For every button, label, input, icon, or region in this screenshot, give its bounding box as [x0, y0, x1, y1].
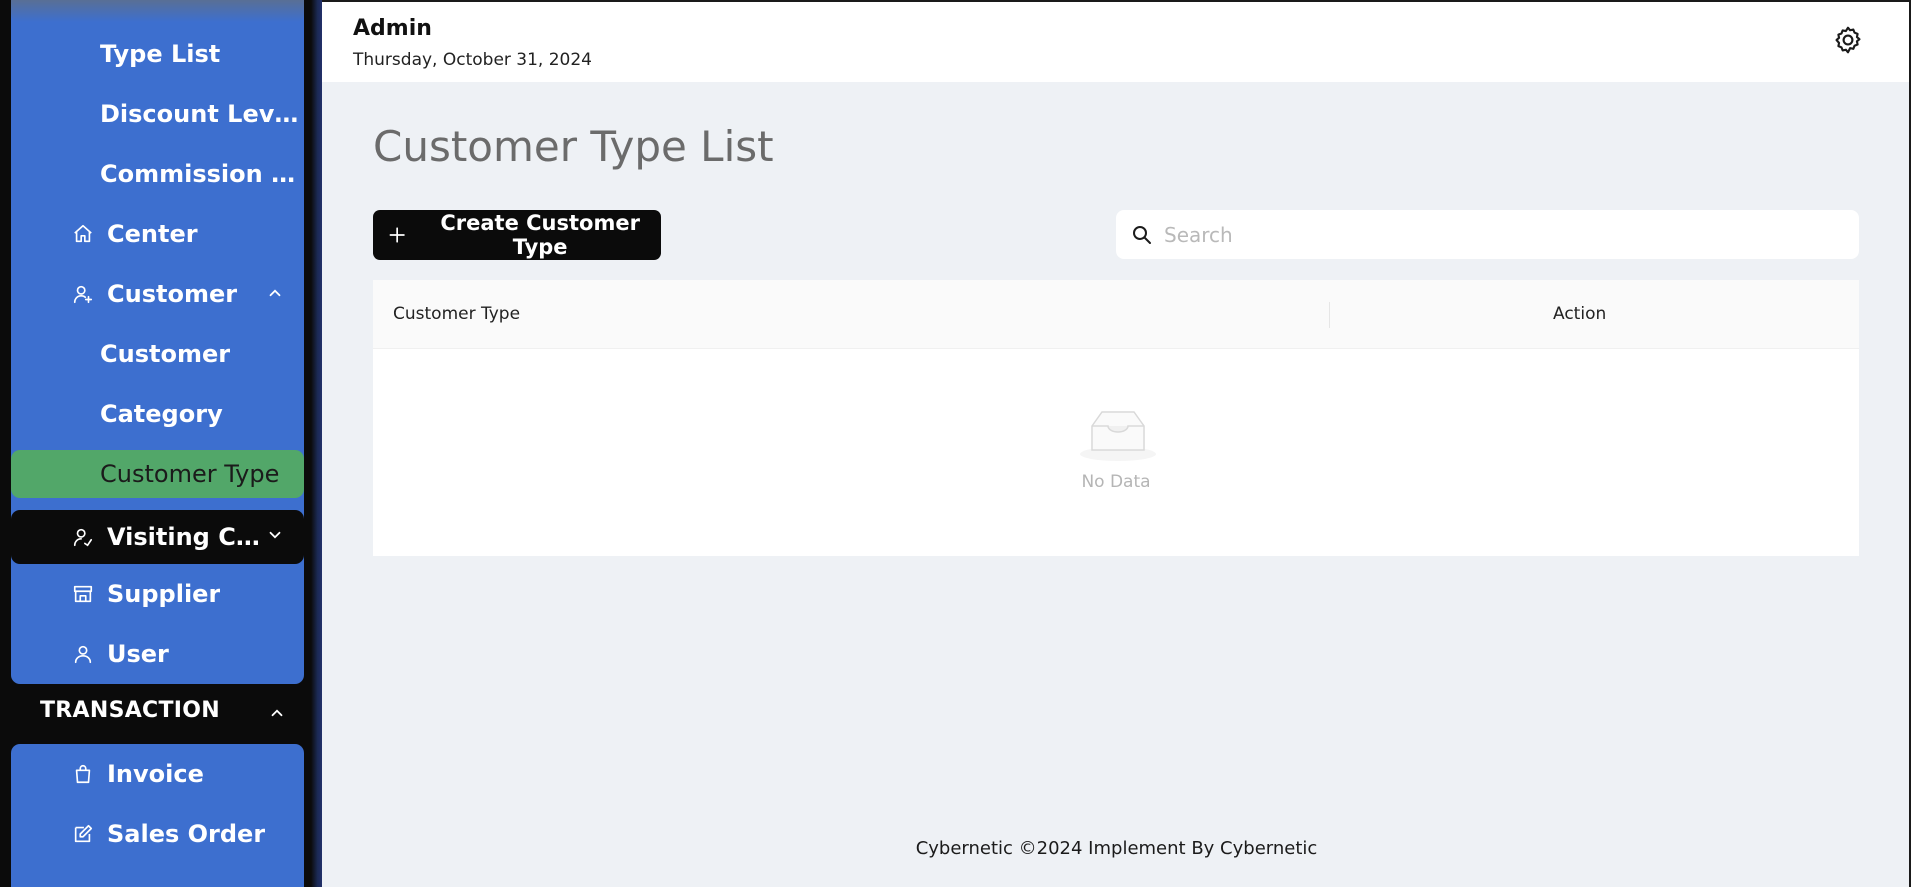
sidebar-item-label: Sales Order: [107, 820, 266, 848]
sidebar-item-discount-levels[interactable]: Discount Levels: [11, 90, 304, 138]
sidebar-item-label: Customer Type: [100, 460, 280, 488]
column-header-action: Action: [1553, 304, 1607, 324]
shopping-bag-icon: [71, 762, 95, 786]
chevron-down-icon: [269, 531, 281, 539]
sidebar-item-center[interactable]: Center: [11, 210, 304, 258]
create-button-label: Create Customer Type: [440, 211, 640, 259]
user-name: Admin: [353, 16, 432, 41]
sidebar-item-category[interactable]: Category: [11, 390, 304, 438]
table-header: Customer Type Action: [373, 280, 1859, 349]
sidebar-item-customer-type[interactable]: Customer Type: [11, 450, 304, 498]
sidebar-item-label: Commission L...: [100, 160, 304, 188]
sidebar-item-customer[interactable]: Customer: [11, 330, 304, 378]
sidebar-item-type-list[interactable]: Type List: [11, 30, 304, 78]
user-add-icon: [71, 282, 95, 306]
empty-inbox-icon: [1080, 411, 1156, 461]
footer-text: Cybernetic ©2024 Implement By Cybernetic: [915, 838, 1318, 859]
sidebar-item-commission-levels[interactable]: Commission L...: [11, 150, 304, 198]
sidebar-item-label: User: [107, 640, 169, 668]
sidebar: Type List Discount Levels Commission L..…: [0, 0, 322, 887]
chevron-up-icon: [269, 289, 281, 297]
sidebar-item-label: Discount Levels: [100, 100, 304, 128]
sidebar-item-label: Supplier: [107, 580, 221, 608]
plus-icon: [389, 227, 405, 243]
sidebar-item-user[interactable]: User: [11, 630, 304, 678]
user-icon: [71, 642, 95, 666]
home-icon: [71, 222, 95, 246]
search-input[interactable]: [1164, 222, 1844, 247]
sidebar-item-label: Visiting Cust...: [107, 523, 267, 551]
sidebar-item-label: Customer: [107, 280, 238, 308]
store-icon: [71, 582, 95, 606]
sidebar-item-sales-order[interactable]: Sales Order: [11, 810, 304, 858]
main-content: Admin Thursday, October 31, 2024 Custome…: [322, 0, 1911, 887]
sidebar-scroll-shadow: [11, 0, 304, 22]
current-date: Thursday, October 31, 2024: [353, 50, 592, 70]
column-header-customer-type: Customer Type: [393, 304, 521, 324]
page-title: Customer Type List: [373, 122, 774, 171]
edit-icon: [71, 822, 95, 846]
sidebar-item-label: Center: [107, 220, 198, 248]
user-visit-icon: [71, 525, 95, 549]
sidebar-item-label: Category: [100, 400, 223, 428]
top-bar: Admin Thursday, October 31, 2024: [322, 0, 1911, 82]
customer-type-table: Customer Type Action No Data: [373, 280, 1859, 556]
chevron-up-icon[interactable]: [268, 704, 286, 722]
sidebar-item-label: Customer: [100, 340, 231, 368]
sidebar-section-transaction[interactable]: TRANSACTION: [40, 698, 220, 723]
create-customer-type-button[interactable]: Create Customer Type: [373, 210, 661, 260]
search-icon: [1133, 225, 1151, 244]
search-box[interactable]: [1116, 210, 1859, 259]
sidebar-item-visiting-customer[interactable]: Visiting Cust...: [11, 510, 304, 564]
gear-icon[interactable]: [1832, 24, 1864, 56]
sidebar-item-customer-group[interactable]: Customer: [11, 270, 304, 318]
sidebar-item-label: Invoice: [107, 760, 204, 788]
sidebar-item-supplier[interactable]: Supplier: [11, 570, 304, 618]
empty-state-text: No Data: [1081, 472, 1151, 492]
sidebar-item-invoice[interactable]: Invoice: [11, 750, 304, 798]
sidebar-item-label: Type List: [100, 40, 221, 68]
column-divider: [1329, 302, 1330, 328]
